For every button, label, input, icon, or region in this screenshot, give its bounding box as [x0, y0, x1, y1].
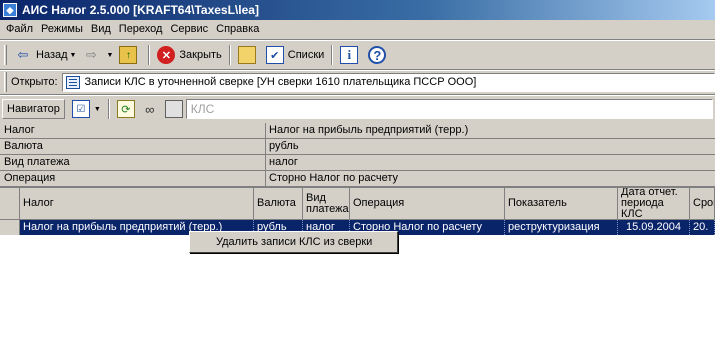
- records-grid: Налог Валюта Вид платежа Операция Показа…: [0, 187, 715, 343]
- refresh-icon: ⟳: [116, 100, 135, 118]
- arrow-left-icon: ⇦: [17, 47, 29, 62]
- opened-field[interactable]: Записи КЛС в уточненной сверке [УН сверк…: [61, 72, 715, 92]
- row-indicator[interactable]: [0, 220, 20, 235]
- chevron-down-icon[interactable]: ▼: [70, 52, 77, 59]
- print-button[interactable]: [162, 98, 186, 120]
- menu-help[interactable]: Справка: [212, 20, 263, 39]
- property-row: Валюта рубль: [0, 139, 715, 155]
- refresh-button[interactable]: ⟳: [114, 98, 138, 120]
- back-label: Назад: [36, 49, 68, 61]
- column-header-currency[interactable]: Валюта: [254, 188, 303, 220]
- menu-view[interactable]: Вид: [87, 20, 115, 39]
- view-mode-button[interactable]: ☑ ▼: [69, 98, 104, 120]
- navigator-button[interactable]: Навигатор: [2, 99, 65, 119]
- menu-modes[interactable]: Режимы: [37, 20, 87, 39]
- close-icon: ✕: [157, 46, 176, 64]
- column-header-indicator[interactable]: Показатель: [505, 188, 618, 220]
- context-menu: Удалить записи КЛС из сверки: [189, 231, 398, 253]
- property-row: Вид платежа налог: [0, 155, 715, 171]
- document-list-icon: [65, 75, 80, 89]
- binoculars-icon: ∞: [145, 101, 155, 117]
- close-button[interactable]: ✕ Закрыть: [154, 44, 224, 66]
- open-folder-icon: [237, 46, 256, 64]
- printer-icon: [164, 100, 183, 118]
- open-folder-button[interactable]: [235, 44, 263, 66]
- property-value: Налог на прибыль предприятий (терр.): [269, 124, 469, 136]
- app-icon: ◆: [3, 3, 17, 17]
- column-header-period-date[interactable]: Дата отчет. периода КЛС: [618, 188, 690, 220]
- main-toolbar: ⇦ Назад ▼ ⇨ ▼ ↑ ✕ Закрыть ✔ Списки i ?: [0, 41, 715, 69]
- folder-up-icon: ↑: [119, 46, 138, 64]
- toolbar-grip[interactable]: [4, 45, 7, 65]
- menu-file[interactable]: Файл: [2, 20, 37, 39]
- navigator-search-field[interactable]: КЛС: [185, 99, 713, 119]
- property-value: налог: [269, 156, 298, 168]
- window-title: АИС Налог 2.5.000 [KRAFT64\TaxesL\lea]: [22, 3, 259, 17]
- title-bar: ◆ АИС Налог 2.5.000 [KRAFT64\TaxesL\lea]: [0, 0, 715, 20]
- property-row: Налог Налог на прибыль предприятий (терр…: [0, 123, 715, 139]
- info-button[interactable]: i: [337, 44, 365, 66]
- property-name: Вид платежа: [0, 155, 266, 170]
- property-name: Операция: [0, 171, 266, 186]
- column-header-payment-type[interactable]: Вид платежа: [303, 188, 350, 220]
- menu-bar: Файл Режимы Вид Переход Сервис Справка: [0, 20, 715, 39]
- column-header-operation[interactable]: Операция: [350, 188, 505, 220]
- toolbar-separator: [107, 99, 110, 119]
- opened-bar: Открыто: Записи КЛС в уточненной сверке …: [0, 71, 715, 93]
- checklist-icon: ✔: [265, 46, 284, 64]
- toolbar-separator: [228, 45, 231, 65]
- cell-period-date[interactable]: 15.09.2004: [618, 220, 690, 235]
- lists-label: Списки: [287, 49, 325, 61]
- properties-panel: Налог Налог на прибыль предприятий (терр…: [0, 123, 715, 187]
- menu-navigate[interactable]: Переход: [115, 20, 167, 39]
- chevron-down-icon[interactable]: ▼: [106, 52, 113, 59]
- column-header-due[interactable]: Срок: [690, 188, 715, 220]
- checkbox-list-icon: ☑: [71, 100, 90, 118]
- cell-due[interactable]: 20.: [690, 220, 715, 235]
- opened-bar-grip[interactable]: [4, 72, 7, 92]
- property-name: Налог: [0, 123, 266, 138]
- close-label: Закрыть: [179, 49, 222, 61]
- forward-button[interactable]: ⇨ ▼: [79, 44, 116, 66]
- find-button[interactable]: ∞: [138, 98, 162, 120]
- toolbar-separator: [331, 45, 334, 65]
- opened-value: Записи КЛС в уточненной сверке [УН сверк…: [84, 76, 477, 88]
- property-name: Валюта: [0, 139, 266, 154]
- property-value: Сторно Налог по расчету: [269, 172, 399, 184]
- lists-button[interactable]: ✔ Списки: [263, 44, 328, 66]
- help-button[interactable]: ?: [365, 44, 393, 66]
- grid-header: Налог Валюта Вид платежа Операция Показа…: [0, 188, 715, 220]
- property-row: Операция Сторно Налог по расчету: [0, 171, 715, 187]
- cell-indicator[interactable]: реструктуризация: [505, 220, 618, 235]
- row-indicator-header: [0, 188, 20, 220]
- back-button[interactable]: ⇦ Назад ▼: [11, 44, 79, 66]
- folder-up-button[interactable]: ↑: [116, 44, 144, 66]
- property-value: рубль: [269, 140, 299, 152]
- arrow-right-icon: ⇨: [86, 47, 97, 62]
- delete-records-menu-item[interactable]: Удалить записи КЛС из сверки: [192, 234, 395, 250]
- column-header-tax[interactable]: Налог: [20, 188, 254, 220]
- opened-label: Открыто:: [11, 76, 58, 88]
- navigator-bar: Навигатор ☑ ▼ ⟳ ∞ КЛС: [0, 96, 715, 122]
- chevron-down-icon[interactable]: ▼: [94, 106, 101, 113]
- info-icon: i: [340, 46, 359, 64]
- toolbar-separator: [148, 45, 151, 65]
- menu-service[interactable]: Сервис: [166, 20, 212, 39]
- help-icon: ?: [368, 46, 387, 64]
